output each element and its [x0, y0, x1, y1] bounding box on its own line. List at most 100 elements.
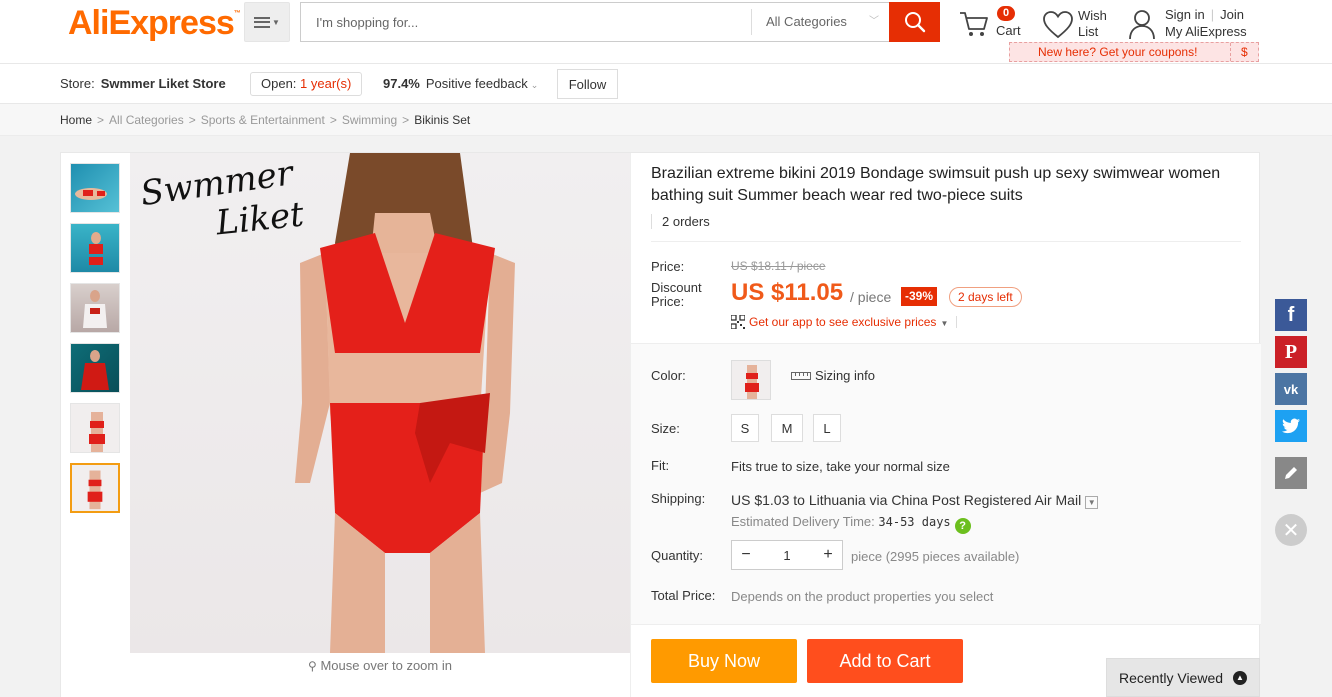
quantity-decrease-button[interactable]: − [732, 541, 760, 569]
app-prices-link[interactable]: Get our app to see exclusive prices ▼ [731, 315, 958, 329]
breadcrumb-sports[interactable]: Sports & Entertainment [201, 113, 325, 127]
product-properties: Color: Sizing info Size: S M L Fit: Fits… [631, 343, 1261, 625]
quantity-stepper: − + [731, 540, 843, 570]
breadcrumb-home[interactable]: Home [60, 113, 92, 127]
quantity-input[interactable] [760, 541, 814, 569]
product-panel: Swmmer Liket ⚲ Mouse over to zoom in Bra… [60, 152, 1261, 697]
thumbnail-5[interactable] [70, 403, 120, 453]
pinterest-icon: P [1284, 340, 1298, 363]
orders-count: 2 orders [651, 214, 710, 229]
chevron-down-icon: ⌄ [530, 80, 539, 90]
quantity-increase-button[interactable]: + [814, 541, 842, 569]
aliexpress-logo[interactable]: AliExpress™ [68, 4, 241, 43]
total-price-value: Depends on the product properties you se… [731, 589, 994, 604]
add-to-cart-button[interactable]: Add to Cart [807, 639, 963, 683]
caret-down-icon: ▼ [272, 17, 280, 27]
logo-text: AliExpress [68, 4, 235, 42]
main-product-image[interactable]: Swmmer Liket [130, 153, 630, 653]
join-link[interactable]: Join [1220, 7, 1244, 22]
shipping-text: US $1.03 to Lithuania via China Post Reg… [731, 492, 1082, 508]
wish-list-label: Wish List [1078, 8, 1107, 40]
search-button[interactable] [889, 2, 940, 42]
site-header: AliExpress™ ▼ All Categories ﹀ 0 Cart Wi… [0, 0, 1332, 64]
breadcrumb-swimming[interactable]: Swimming [342, 113, 397, 127]
coupon-dollar: $ [1230, 43, 1248, 61]
total-price-label: Total Price: [651, 588, 716, 603]
auth-links: Sign in | Join [1165, 7, 1244, 22]
store-open-badge: Open: 1 year(s) [250, 72, 363, 96]
color-swatch-red[interactable] [731, 360, 771, 400]
original-price: US $18.11 / piece [731, 259, 826, 273]
cart-link[interactable]: 0 Cart [958, 4, 1028, 44]
pencil-icon [1285, 467, 1297, 479]
size-option-m[interactable]: M [771, 414, 803, 442]
close-icon: ✕ [1282, 519, 1300, 542]
caret-down-icon: ▼ [940, 319, 949, 328]
size-option-l[interactable]: L [813, 414, 841, 442]
magnifier-icon: ⚲ [308, 659, 317, 673]
wish-list-link[interactable]: Wish List [1042, 4, 1122, 44]
store-name[interactable]: Swmmer Liket Store [101, 76, 226, 91]
thumbnail-6[interactable] [70, 463, 120, 513]
thumbnail-image [81, 350, 109, 390]
delivery-label: Estimated Delivery Time: [731, 514, 875, 529]
store-label: Store: [60, 76, 95, 91]
pinterest-share-button[interactable]: P [1275, 336, 1307, 368]
feedback-label: Positive feedback [425, 76, 528, 91]
thumbnail-2[interactable] [70, 223, 120, 273]
facebook-icon: f [1287, 303, 1295, 326]
thumbnail-image [89, 412, 105, 452]
search-input[interactable] [301, 3, 749, 41]
search-bar: All Categories ﹀ [300, 2, 940, 42]
coupon-text: New here? Get your coupons! [1038, 45, 1198, 59]
heart-icon [1043, 11, 1073, 39]
twitter-icon [1282, 418, 1300, 434]
recently-viewed-tab[interactable]: Recently Viewed ▲ [1106, 658, 1260, 697]
positive-feedback[interactable]: 97.4% Positive feedback ⌄ [383, 76, 538, 91]
discount-price-label: Discount Price: [651, 281, 702, 309]
delivery-time: Estimated Delivery Time: 34-53 days? [731, 514, 971, 534]
category-select[interactable]: All Categories ﹀ [751, 9, 889, 35]
thumbnail-4[interactable] [70, 343, 120, 393]
feedback-percent: 97.4% [383, 76, 420, 91]
price-unit: / piece [850, 289, 892, 305]
sign-in-link[interactable]: Sign in [1165, 7, 1205, 22]
facebook-share-button[interactable]: f [1275, 299, 1307, 331]
hamburger-icon [254, 16, 271, 28]
thumbnail-image [75, 188, 107, 200]
cart-icon [960, 12, 988, 36]
twitter-share-button[interactable] [1275, 410, 1307, 442]
app-link-text: Get our app to see exclusive prices [749, 315, 937, 329]
breadcrumb: Home > All Categories > Sports & Entertainme… [0, 104, 1332, 136]
delivery-value: 34-53 days [878, 515, 951, 529]
vk-share-button[interactable]: vk [1275, 373, 1307, 405]
help-icon[interactable]: ? [954, 518, 971, 534]
follow-button[interactable]: Follow [557, 69, 618, 99]
account-menu[interactable]: Sign in | Join My AliExpress [1128, 4, 1268, 44]
shipping-value[interactable]: US $1.03 to Lithuania via China Post Reg… [731, 492, 1099, 509]
my-aliexpress-link[interactable]: My AliExpress [1165, 24, 1247, 39]
days-left-badge: 2 days left [949, 287, 1022, 307]
divider: | [1210, 7, 1215, 22]
thumbnail-1[interactable] [70, 163, 120, 213]
thumbnail-image [83, 290, 107, 328]
product-info: Brazilian extreme bikini 2019 Bondage sw… [630, 153, 1261, 697]
category-menu-button[interactable]: ▼ [244, 2, 290, 42]
sizing-info-link[interactable]: Sizing info [791, 368, 875, 383]
logo-trademark: ™ [233, 10, 241, 17]
edit-feedback-button[interactable] [1275, 457, 1307, 489]
wish-line-2: List [1078, 24, 1099, 39]
close-share-button[interactable]: ✕ [1275, 514, 1307, 546]
swatch-image [732, 361, 770, 399]
fit-label: Fit: [651, 458, 670, 473]
cart-count-badge: 0 [997, 6, 1016, 21]
thumbnail-image [87, 470, 103, 510]
breadcrumb-all-categories[interactable]: All Categories [109, 113, 184, 127]
thumbnail-3[interactable] [70, 283, 120, 333]
thumbnail-image [89, 232, 103, 265]
discount-label-line-1: Discount [651, 280, 702, 295]
product-title: Brazilian extreme bikini 2019 Bondage sw… [651, 165, 1221, 204]
buy-now-button[interactable]: Buy Now [651, 639, 797, 683]
coupon-banner[interactable]: New here? Get your coupons! $ [1009, 42, 1259, 62]
size-option-s[interactable]: S [731, 414, 759, 442]
